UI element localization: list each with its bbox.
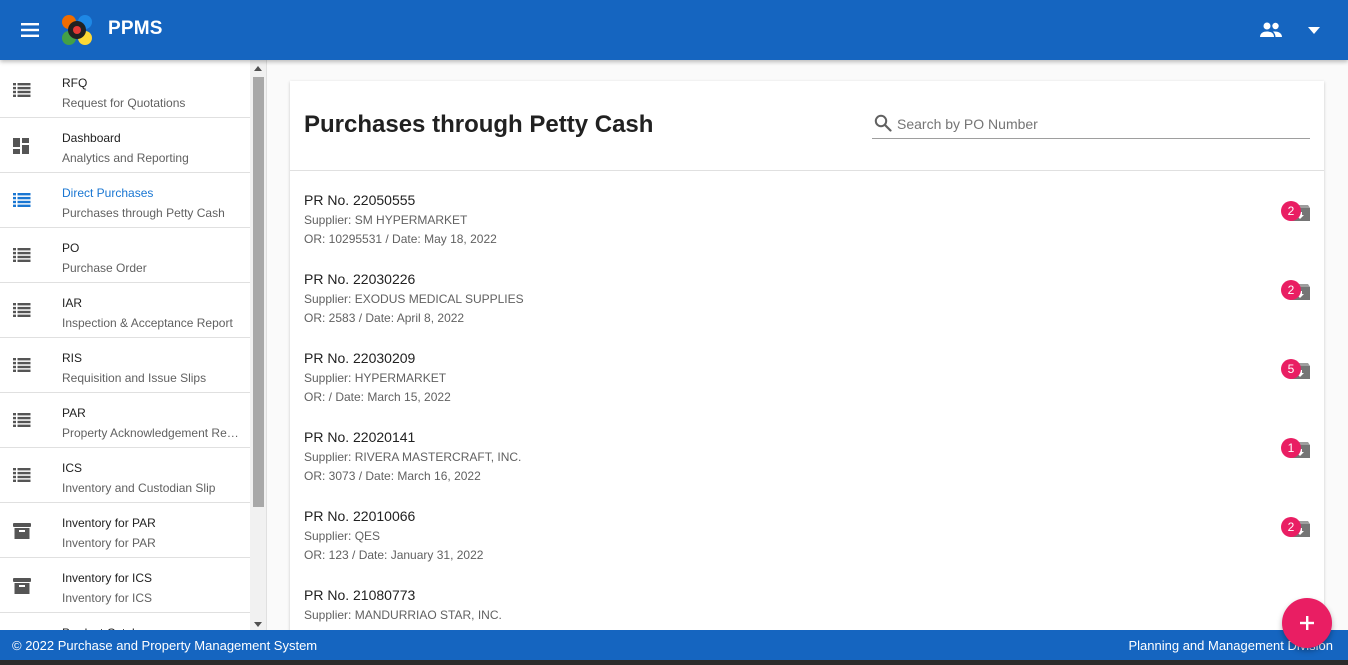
supplier-text: Supplier: RIVERA MASTERCRAFT, INC. bbox=[304, 450, 522, 464]
ppms-logo-icon bbox=[60, 13, 94, 47]
sidebar: RFQ Request for Quotations Dashboard Analyt… bbox=[0, 60, 267, 630]
list-icon bbox=[13, 248, 31, 264]
sidebar-item-ics[interactable]: ICS Inventory and Custodian Slip bbox=[0, 448, 250, 503]
supplier-text: Supplier: QES bbox=[304, 529, 381, 543]
sidebar-item-title: ICS bbox=[62, 461, 83, 475]
item-count-badge: 2 bbox=[1281, 517, 1301, 537]
list-icon bbox=[13, 413, 31, 429]
purchase-row[interactable]: PR No. 22050555 Supplier: SM HYPERMARKET O… bbox=[290, 172, 1324, 251]
supplier-text: Supplier: MANDURRIAO STAR, INC. bbox=[304, 608, 502, 622]
footer-copyright: © 2022 Purchase and Property Management … bbox=[12, 638, 318, 653]
plus-icon bbox=[1300, 616, 1314, 630]
purchase-list: PR No. 22050555 Supplier: SM HYPERMARKET O… bbox=[290, 172, 1324, 641]
add-purchase-button[interactable] bbox=[1282, 598, 1332, 648]
pr-number: PR No. 22050555 bbox=[304, 192, 416, 208]
bottom-strip bbox=[0, 660, 1348, 665]
list-icon bbox=[13, 83, 31, 99]
search-box bbox=[872, 109, 1310, 139]
dashboard-icon bbox=[13, 138, 31, 154]
sidebar-item-title: RIS bbox=[62, 351, 83, 365]
or-date-text: OR: 10295531 / Date: May 18, 2022 bbox=[304, 232, 497, 246]
sidebar-nav: RFQ Request for Quotations Dashboard Analyt… bbox=[0, 63, 250, 630]
sidebar-item-subtitle: Purchases through Petty Cash bbox=[62, 206, 225, 220]
or-date-text: OR: 123 / Date: January 31, 2022 bbox=[304, 548, 484, 562]
item-count-badge: 2 bbox=[1281, 280, 1301, 300]
sidebar-item-subtitle: Request for Quotations bbox=[62, 96, 186, 110]
app-title: PPMS bbox=[108, 18, 163, 39]
purchase-row[interactable]: PR No. 22020141 Supplier: RIVERA MASTERCR… bbox=[290, 409, 1324, 488]
sidebar-item-dashboard[interactable]: Dashboard Analytics and Reporting bbox=[0, 118, 250, 173]
purchase-row[interactable]: PR No. 22010066 Supplier: QES OR: 123 / Da… bbox=[290, 488, 1324, 567]
sidebar-item-inventory-for-par[interactable]: Inventory for PAR Inventory for PAR bbox=[0, 503, 250, 558]
scroll-thumb[interactable] bbox=[253, 77, 264, 507]
or-date-text: OR: 3073 / Date: March 16, 2022 bbox=[304, 469, 481, 483]
pr-number: PR No. 22030226 bbox=[304, 271, 416, 287]
supplier-text: Supplier: HYPERMARKET bbox=[304, 371, 447, 385]
sidebar-item-po[interactable]: PO Purchase Order bbox=[0, 228, 250, 283]
list-icon bbox=[13, 193, 31, 209]
page-title: Purchases through Petty Cash bbox=[304, 111, 654, 138]
card-header: Purchases through Petty Cash bbox=[290, 81, 1324, 171]
scroll-up-arrow-icon[interactable] bbox=[254, 66, 262, 71]
archive-icon bbox=[13, 523, 31, 539]
menu-icon[interactable] bbox=[16, 16, 44, 44]
sidebar-item-rfq[interactable]: RFQ Request for Quotations bbox=[0, 63, 250, 118]
sidebar-item-inventory-for-ics[interactable]: Inventory for ICS Inventory for ICS bbox=[0, 558, 250, 613]
supplier-text: Supplier: SM HYPERMARKET bbox=[304, 213, 468, 227]
sidebar-item-subtitle: Analytics and Reporting bbox=[62, 151, 189, 165]
purchases-card: Purchases through Petty Cash PR No. 2205… bbox=[290, 81, 1324, 641]
item-count-badge: 2 bbox=[1281, 201, 1301, 221]
search-icon bbox=[874, 114, 892, 132]
list-icon bbox=[13, 303, 31, 319]
account-dropdown-icon[interactable] bbox=[1302, 17, 1326, 43]
footer: © 2022 Purchase and Property Management … bbox=[0, 630, 1348, 660]
sidebar-item-subtitle: Inventory for ICS bbox=[62, 591, 153, 605]
pr-number: PR No. 21080773 bbox=[304, 587, 416, 603]
sidebar-item-iar[interactable]: IAR Inspection & Acceptance Report bbox=[0, 283, 250, 338]
sidebar-item-par[interactable]: PAR Property Acknowledgement Receipt bbox=[0, 393, 250, 448]
sidebar-item-subtitle: Property Acknowledgement Receipt bbox=[62, 426, 240, 440]
sidebar-item-ris[interactable]: RIS Requisition and Issue Slips bbox=[0, 338, 250, 393]
search-input[interactable] bbox=[897, 113, 1302, 135]
pr-number: PR No. 22010066 bbox=[304, 508, 416, 524]
sidebar-scrollbar[interactable] bbox=[250, 60, 266, 630]
sidebar-item-direct-purchases[interactable]: Direct Purchases Purchases through Petty … bbox=[0, 173, 250, 228]
sidebar-item-title: PO bbox=[62, 241, 80, 255]
app-bar: PPMS bbox=[0, 0, 1348, 60]
sidebar-item-subtitle: Inventory for PAR bbox=[62, 536, 156, 550]
or-date-text: OR: / Date: March 15, 2022 bbox=[304, 390, 451, 404]
archive-icon bbox=[13, 578, 31, 594]
item-count-badge: 5 bbox=[1281, 359, 1301, 379]
pr-number: PR No. 22020141 bbox=[304, 429, 416, 445]
sidebar-item-subtitle: Requisition and Issue Slips bbox=[62, 371, 207, 385]
sidebar-item-subtitle: Purchase Order bbox=[62, 261, 147, 275]
sidebar-item-title: RFQ bbox=[62, 76, 88, 90]
sidebar-item-title: PAR bbox=[62, 406, 86, 420]
sidebar-item-product-catalog[interactable]: Product Catalog bbox=[0, 613, 250, 630]
pr-number: PR No. 22030209 bbox=[304, 350, 416, 366]
supplier-text: Supplier: EXODUS MEDICAL SUPPLIES bbox=[304, 292, 524, 306]
sidebar-item-title: Dashboard bbox=[62, 131, 121, 145]
or-date-text: OR: 2583 / Date: April 8, 2022 bbox=[304, 311, 465, 325]
sidebar-item-subtitle: Inspection & Acceptance Report bbox=[62, 316, 233, 330]
list-icon bbox=[13, 358, 31, 374]
purchase-row[interactable]: PR No. 22030226 Supplier: EXODUS MEDICAL … bbox=[290, 251, 1324, 330]
sidebar-item-subtitle: Inventory and Custodian Slip bbox=[62, 481, 216, 495]
sidebar-item-title: Inventory for PAR bbox=[62, 516, 156, 530]
item-count-badge: 1 bbox=[1281, 438, 1301, 458]
scroll-down-arrow-icon[interactable] bbox=[254, 622, 262, 627]
sidebar-item-title: IAR bbox=[62, 296, 83, 310]
list-icon bbox=[13, 468, 31, 484]
sidebar-item-title: Inventory for ICS bbox=[62, 571, 153, 585]
sidebar-item-title: Direct Purchases bbox=[62, 186, 154, 200]
purchase-row[interactable]: PR No. 22030209 Supplier: HYPERMARKET OR: … bbox=[290, 330, 1324, 409]
people-icon[interactable] bbox=[1257, 17, 1285, 43]
